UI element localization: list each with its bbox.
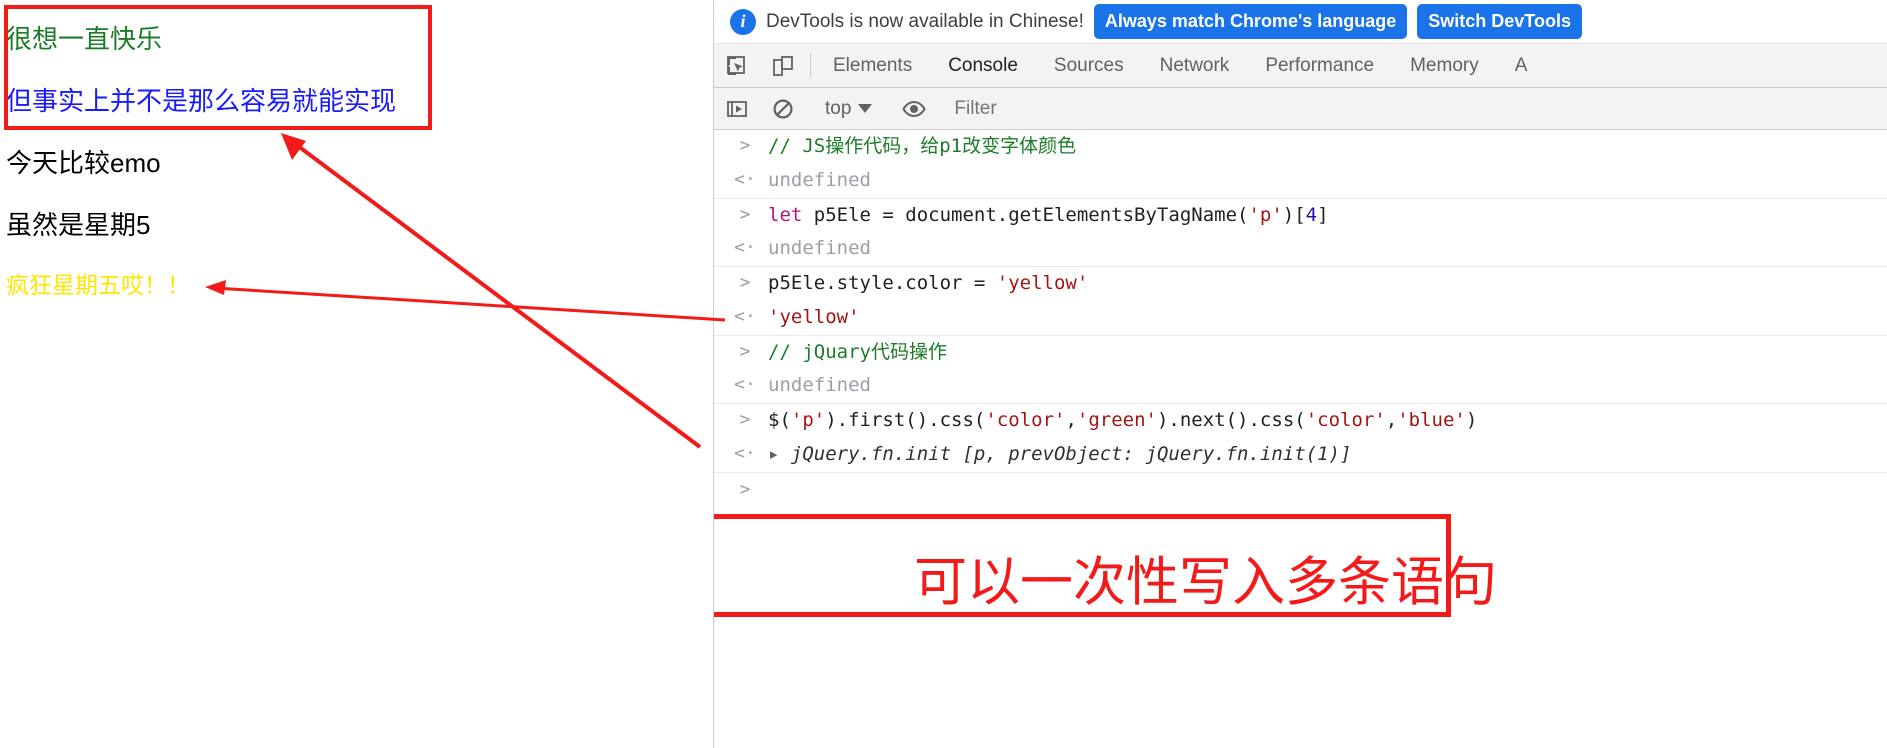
console-command-row[interactable]: > $('p').first().css('color','green').nex… xyxy=(714,404,1887,438)
clear-console-icon[interactable] xyxy=(760,97,806,121)
console-result-row[interactable]: <· undefined xyxy=(714,232,1887,267)
page-paragraph-3: 今天比较emo xyxy=(6,148,161,178)
console-result-row[interactable]: <· undefined xyxy=(714,369,1887,404)
prompt-arrow-icon: > xyxy=(739,340,751,362)
console-row-text: p5Ele.style.color = 'yellow' xyxy=(768,272,1089,294)
console-command-row[interactable]: > let p5Ele = document.getElementsByTagNa… xyxy=(714,199,1887,233)
prompt-arrow-icon: > xyxy=(739,135,751,156)
live-expression-eye-icon[interactable] xyxy=(891,96,937,122)
filter-input[interactable] xyxy=(946,97,1887,120)
result-arrow-icon: <· xyxy=(734,168,756,190)
tab-sources[interactable]: Sources xyxy=(1036,44,1142,87)
tab-memory[interactable]: Memory xyxy=(1392,44,1497,87)
tab-console[interactable]: Console xyxy=(930,44,1036,87)
page-paragraph-2: 但事实上并不是那么容易就能实现 xyxy=(6,86,397,116)
page-paragraph-1: 很想一直快乐 xyxy=(6,24,163,54)
banner-message: DevTools is now available in Chinese! xyxy=(766,10,1084,32)
result-arrow-icon: <· xyxy=(734,237,756,259)
always-match-language-button[interactable]: Always match Chrome's language xyxy=(1093,4,1408,39)
prompt-arrow-icon: > xyxy=(739,478,751,500)
prompt-arrow-icon: > xyxy=(739,409,751,430)
result-arrow-icon: <· xyxy=(734,442,756,464)
result-arrow-icon: <· xyxy=(734,374,756,396)
console-row-text: ▸ jQuery.fn.init [p, prevObject: jQuery.… xyxy=(768,442,1352,465)
console-result-row[interactable]: <· ▸ jQuery.fn.init [p, prevObject: jQuer… xyxy=(714,438,1887,473)
devtools-tab-strip: Elements Console Sources Network Perform… xyxy=(714,44,1887,88)
prompt-arrow-icon: > xyxy=(739,272,751,293)
console-row-text: // JS操作代码，给p1改变字体颜色 xyxy=(768,135,1077,157)
console-command-row[interactable]: > // jQuary代码操作 xyxy=(714,336,1887,370)
locale-notice-banner: i DevTools is now available in Chinese! … xyxy=(714,0,1887,44)
page-paragraph-5: 疯狂星期五哎！！ xyxy=(6,272,190,298)
chevron-down-icon xyxy=(858,104,873,113)
console-toolbar: top xyxy=(714,88,1887,130)
switch-devtools-button[interactable]: Switch DevTools xyxy=(1417,4,1582,39)
execution-context-selector[interactable]: top xyxy=(815,98,882,120)
tab-elements[interactable]: Elements xyxy=(815,44,930,87)
console-row-text: // jQuary代码操作 xyxy=(768,340,947,363)
tab-network[interactable]: Network xyxy=(1142,44,1248,87)
console-row-text: let p5Ele = document.getElementsByTagNam… xyxy=(768,203,1329,226)
execute-sidebar-icon[interactable] xyxy=(714,97,760,121)
result-arrow-icon: <· xyxy=(734,305,756,327)
inspect-element-icon[interactable] xyxy=(714,44,760,87)
tab-application[interactable]: A xyxy=(1497,44,1546,87)
console-row-text: undefined xyxy=(768,374,871,397)
device-toolbar-icon[interactable] xyxy=(760,44,806,87)
console-prompt[interactable]: > xyxy=(714,473,1887,508)
console-row-text: $('p').first().css('color','green').next… xyxy=(768,409,1478,431)
console-row-text: undefined xyxy=(768,168,871,191)
execution-context-label: top xyxy=(825,97,852,119)
console-command-row[interactable]: > p5Ele.style.color = 'yellow' xyxy=(714,267,1887,301)
prompt-arrow-icon: > xyxy=(739,203,751,225)
page-paragraph-4: 虽然是星期5 xyxy=(6,210,151,240)
devtools-panel: i DevTools is now available in Chinese! … xyxy=(713,0,1887,748)
tab-performance[interactable]: Performance xyxy=(1247,44,1392,87)
info-icon: i xyxy=(730,8,756,35)
console-command-row[interactable]: > // JS操作代码，给p1改变字体颜色 xyxy=(714,130,1887,164)
console-row-text: 'yellow' xyxy=(768,305,860,328)
console-result-row[interactable]: <· 'yellow' xyxy=(714,301,1887,336)
console-row-text: undefined xyxy=(768,237,871,260)
web-page-pane: 很想一直快乐 但事实上并不是那么容易就能实现 今天比较emo 虽然是星期5 疯狂… xyxy=(0,0,713,748)
annotation-caption: 可以一次性写入多条语句 xyxy=(914,553,1497,612)
console-message-list[interactable]: > // JS操作代码，给p1改变字体颜色 <· undefined > let p5El… xyxy=(714,130,1887,617)
console-result-row[interactable]: <· undefined xyxy=(714,164,1887,199)
toolbar-divider xyxy=(810,53,811,78)
